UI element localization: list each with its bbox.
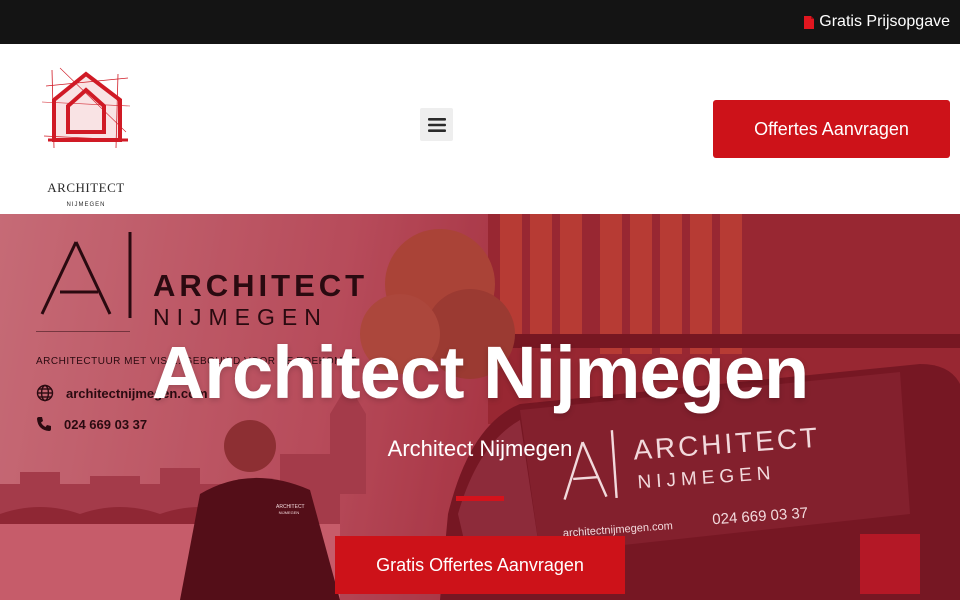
van-branding: ARCHITECT NIJMEGEN architectnijmegen.com… [556,413,863,544]
jacket-logo: ARCHITECT NIJMEGEN [276,504,305,515]
free-quote-link[interactable]: Gratis Prijsopgave [804,13,950,31]
logo-subtitle: NIJMEGEN [66,202,106,208]
brand-word-nijmegen: NIJMEGEN [153,304,328,330]
hero-divider [456,496,504,501]
phone-icon [37,417,51,431]
hamburger-menu-icon [427,117,446,132]
site-logo[interactable]: ARCHITECT NIJMEGEN [40,66,132,208]
logo-title: ARCHITECT [47,180,125,195]
request-quotes-button[interactable]: Offertes Aanvragen [713,100,950,158]
hero-subtitle: Architect Nijmegen [387,436,573,461]
contact-phone-text: 024 669 03 37 [64,416,148,432]
document-icon [804,15,815,29]
house-logo-icon [41,67,131,149]
van-word-nijmegen: NIJMEGEN [636,462,777,494]
hero-title: Architect Nijmegen [151,331,809,414]
free-quotes-button[interactable]: Gratis Offertes Aanvragen [335,536,625,594]
hero-section: ARCHITECT NIJMEGEN ARCHITECTUUR MET VISI… [0,214,960,600]
site-header: ARCHITECT NIJMEGEN Offertes Aanvragen [0,44,960,214]
contact-phone: 024 669 03 37 [36,416,147,432]
top-bar: Gratis Prijsopgave [0,0,960,44]
jacket-logo-line2: NIJMEGEN [278,510,300,515]
brand-a-logo-icon [36,232,132,332]
van-phone: 024 669 03 37 [711,504,809,529]
free-quote-label: Gratis Prijsopgave [819,13,950,30]
menu-toggle-button[interactable] [420,108,453,141]
brand-word-architect: ARCHITECT [153,268,369,303]
